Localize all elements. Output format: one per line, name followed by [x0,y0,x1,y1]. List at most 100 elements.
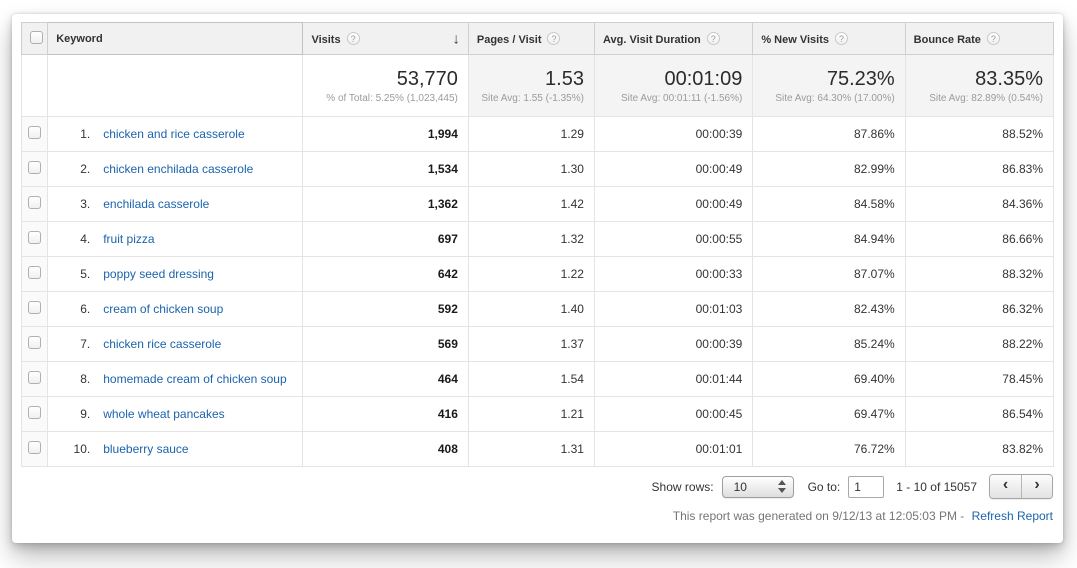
checkbox-cell [22,292,48,327]
bounce-rate-cell: 88.32% [905,257,1053,292]
checkbox-cell [22,187,48,222]
keyword-link[interactable]: whole wheat pancakes [103,407,224,421]
help-icon[interactable]: ? [835,32,848,45]
row-checkbox[interactable] [28,336,41,349]
keyword-link[interactable]: homemade cream of chicken soup [103,372,286,386]
summary-new-visits-value: 75.23% [753,68,894,90]
column-header-pages-per-visit[interactable]: Pages / Visit? [468,23,594,55]
avg-visit-duration-cell: 00:00:49 [594,187,752,222]
row-checkbox[interactable] [28,371,41,384]
pages-per-visit-cell: 1.31 [468,432,594,467]
row-checkbox[interactable] [28,196,41,209]
pages-per-visit-cell: 1.29 [468,117,594,152]
keyword-link[interactable]: chicken enchilada casserole [103,162,253,176]
keyword-report-card: Keyword Visits? ↓ Pages / Visit? Avg. Vi… [12,14,1063,543]
checkbox-cell [22,397,48,432]
visits-header-label: Visits [311,34,340,46]
row-checkbox[interactable] [28,406,41,419]
keyword-cell: 2.chicken enchilada casserole [48,152,303,187]
bounce-rate-cell: 86.83% [905,152,1053,187]
row-checkbox[interactable] [28,161,41,174]
help-icon[interactable]: ? [707,32,720,45]
column-header-bounce-rate[interactable]: Bounce Rate? [905,23,1053,55]
keyword-link[interactable]: chicken and rice casserole [103,127,244,141]
summary-visits-cell: 53,770% of Total: 5.25% (1,023,445) [303,55,468,117]
keyword-cell: 1. chicken and rice casserole [48,117,303,152]
bounce-rate-cell: 88.52% [905,117,1053,152]
visits-cell: 697 [303,222,468,257]
rank-label: 5. [56,267,90,281]
checkbox-cell [22,432,48,467]
show-rows-select[interactable]: 10 [722,476,794,498]
table-row: 4.fruit pizza 697 1.32 00:00:55 84.94% 8… [22,222,1054,257]
summary-keyword-cell [48,55,303,117]
rank-label: 3. [56,197,90,211]
column-header-new-visits[interactable]: % New Visits? [753,23,905,55]
column-header-keyword[interactable]: Keyword [48,23,303,55]
visits-cell: 569 [303,327,468,362]
bounce-rate-header-label: Bounce Rate [914,34,981,46]
table-row: 7.chicken rice casserole 569 1.37 00:00:… [22,327,1054,362]
keyword-link[interactable]: chicken rice casserole [103,337,221,351]
column-header-avg-visit-duration[interactable]: Avg. Visit Duration? [594,23,752,55]
bounce-rate-cell: 86.54% [905,397,1053,432]
avg-visit-duration-cell: 00:00:39 [594,117,752,152]
visits-cell: 464 [303,362,468,397]
checkbox-cell [22,257,48,292]
new-visits-header-label: % New Visits [761,34,829,46]
row-checkbox[interactable] [28,301,41,314]
show-rows-label: Show rows: [652,480,714,494]
summary-empty-cell [22,55,48,117]
goto-label: Go to: [808,480,841,494]
generated-text: This report was generated on 9/12/13 at … [673,509,965,523]
report-generated-line: This report was generated on 9/12/13 at … [21,509,1054,523]
rank-label: 6. [56,302,90,316]
avg-visit-duration-cell: 00:01:03 [594,292,752,327]
refresh-report-link[interactable]: Refresh Report [972,509,1053,523]
visits-cell: 408 [303,432,468,467]
bounce-rate-cell: 84.36% [905,187,1053,222]
keyword-link[interactable]: enchilada casserole [103,197,209,211]
avg-visit-duration-cell: 00:00:45 [594,397,752,432]
visits-cell: 642 [303,257,468,292]
keyword-link[interactable]: cream of chicken soup [103,302,223,316]
pages-per-visit-cell: 1.32 [468,222,594,257]
keyword-link[interactable]: fruit pizza [103,232,154,246]
next-page-button[interactable]: › [1021,475,1052,498]
help-icon[interactable]: ? [987,32,1000,45]
avg-visit-duration-cell: 00:01:01 [594,432,752,467]
summary-bounce-rate-value: 83.35% [906,68,1043,90]
pages-per-visit-cell: 1.30 [468,152,594,187]
row-checkbox[interactable] [28,441,41,454]
keyword-cell: 9.whole wheat pancakes [48,397,303,432]
table-row: 2.chicken enchilada casserole 1,534 1.30… [22,152,1054,187]
avg-visit-duration-cell: 00:00:49 [594,152,752,187]
column-header-visits[interactable]: Visits? ↓ [303,23,468,55]
keyword-link[interactable]: blueberry sauce [103,442,188,456]
bounce-rate-cell: 83.82% [905,432,1053,467]
pages-per-visit-cell: 1.22 [468,257,594,292]
avg-visit-duration-cell: 00:01:44 [594,362,752,397]
rank-label: 1. [56,127,90,141]
table-row: 10.blueberry sauce 408 1.31 00:01:01 76.… [22,432,1054,467]
checkbox-cell [22,327,48,362]
bounce-rate-cell: 86.32% [905,292,1053,327]
table-row: 5.poppy seed dressing 642 1.22 00:00:33 … [22,257,1054,292]
visits-cell: 1,534 [303,152,468,187]
row-checkbox[interactable] [28,231,41,244]
row-checkbox[interactable] [28,266,41,279]
help-icon[interactable]: ? [547,32,560,45]
keyword-link[interactable]: poppy seed dressing [103,267,214,281]
new-visits-cell: 87.86% [753,117,905,152]
help-icon[interactable]: ? [347,32,360,45]
row-checkbox[interactable] [28,126,41,139]
previous-page-button[interactable]: ‹ [990,475,1021,498]
goto-page-input[interactable] [848,476,884,498]
pages-header-label: Pages / Visit [477,34,542,46]
summary-new-visits-subtext: Site Avg: 64.30% (17.00%) [753,93,894,104]
select-all-checkbox[interactable] [30,31,43,44]
rank-label: 10. [56,442,90,456]
new-visits-cell: 82.43% [753,292,905,327]
visits-cell: 1,994 [303,117,468,152]
table-row: 9.whole wheat pancakes 416 1.21 00:00:45… [22,397,1054,432]
